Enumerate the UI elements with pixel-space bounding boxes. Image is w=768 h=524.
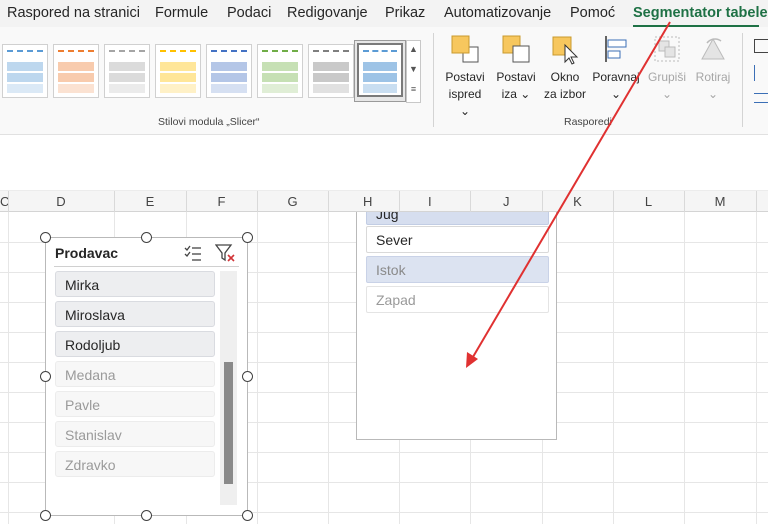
slicer-item[interactable]: Zapad [366,286,549,313]
slicer-scrollbar-thumb[interactable] [224,362,233,484]
slicer-title: Prodavac [55,245,119,261]
resize-handle[interactable] [40,371,51,382]
send-backward-icon [500,33,532,65]
rotate-label-2: ⌄ [707,87,719,101]
send-backward-button[interactable]: Postavi iza ⌄ [494,33,538,103]
slicer-item[interactable]: Zdravko [55,451,215,477]
tab-data[interactable]: Podaci [227,5,271,21]
resize-handle[interactable] [242,371,253,382]
group-icon [651,33,683,65]
tab-view[interactable]: Prikaz [385,5,425,21]
tab-formulas[interactable]: Formule [155,5,208,21]
slicer-style-swatch[interactable] [2,44,48,98]
slicer-style-swatch[interactable] [206,44,252,98]
height-icon[interactable] [754,65,768,81]
column-header-cover: H I J [356,191,557,212]
tab-help[interactable]: Pomoć [570,5,615,21]
multi-select-icon[interactable] [183,243,203,263]
rotate-icon [697,33,729,65]
group-separator [742,33,743,127]
gallery-scroll[interactable]: ▲ ▼ ≡ [406,40,421,103]
column-header-m[interactable]: M [684,194,756,209]
ribbon: ▲ ▼ ≡ Stilovi modula „Slicer“ Postavi is… [0,27,768,135]
slicer-style-swatch[interactable] [155,44,201,98]
resize-handle[interactable] [141,510,152,521]
resize-handle[interactable] [141,232,152,243]
tab-automate[interactable]: Automatizovanje [444,5,551,21]
slicer-styles-gallery [0,40,422,103]
slicer-style-swatch[interactable] [257,44,303,98]
group-label-styles: Stilovi modula „Slicer“ [158,116,260,128]
column-header-h-text: H [363,194,373,209]
send-backward-label-1: Postavi [496,70,536,84]
group-separator [433,33,434,127]
column-header-l[interactable]: L [613,194,684,209]
bring-forward-label-1: Postavi [445,70,485,84]
formula-area [0,135,768,191]
tab-review[interactable]: Redigovanje [287,5,368,21]
selection-pane-label-1: Okno [550,70,580,84]
slicer-item[interactable]: Miroslava [55,301,215,327]
resize-handle[interactable] [40,232,51,243]
slicer-region[interactable]: Jug Sever Istok Zapad [356,198,557,440]
resize-handle[interactable] [242,510,253,521]
slicer-style-swatch-selected[interactable] [357,43,403,97]
slicer-item[interactable]: Stanislav [55,421,215,447]
gallery-down-icon[interactable]: ▼ [407,64,420,74]
slicer-item[interactable]: Medana [55,361,215,387]
rotate-button[interactable]: Rotiraj ⌄ [692,33,734,103]
bring-forward-button[interactable]: Postavi ispred ⌄ [444,33,486,120]
align-icon [600,33,632,65]
selection-pane-button[interactable]: Okno za izbor [541,33,589,103]
align-label-1: Poravnaj [592,70,640,84]
group-button[interactable]: Grupiši ⌄ [645,33,689,103]
width-icon[interactable] [754,93,768,103]
gallery-more-icon[interactable]: ≡ [407,84,420,94]
tab-slicer[interactable]: Segmentator tabele [633,5,768,21]
resize-handle[interactable] [40,510,51,521]
slicer-header-divider [54,266,239,267]
gallery-up-icon[interactable]: ▲ [407,44,420,54]
group-label-1: Grupiši [647,70,686,84]
column-header-d[interactable]: D [8,194,114,209]
send-backward-label-2: iza ⌄ [501,87,531,101]
align-button[interactable]: Poravnaj ⌄ [591,33,641,103]
slicer-item[interactable]: Istok [366,256,549,283]
resize-handle[interactable] [242,232,253,243]
column-header-f[interactable]: F [186,194,257,209]
tab-page-layout[interactable]: Raspored na stranici [7,5,140,21]
group-label-arrange: Rasporedi [564,116,612,128]
columns-icon[interactable] [754,39,768,53]
column-header-e[interactable]: E [114,194,186,209]
bring-forward-icon [449,33,481,65]
bring-forward-label-2: ispred ⌄ [448,87,482,118]
column-header-g[interactable]: G [257,194,328,209]
selection-pane-icon [549,33,581,65]
group-label-2: ⌄ [661,87,673,101]
slicer-style-swatch[interactable] [308,44,354,98]
ribbon-tab-bar: Raspored na stranici Formule Podaci Redi… [0,0,768,28]
rotate-label-1: Rotiraj [695,70,731,84]
column-header-c[interactable]: C [0,194,9,209]
column-header-i-text: I [428,194,432,209]
column-header-j-text: J [503,194,510,209]
slicer-item[interactable]: Sever [366,226,549,253]
slicer-style-swatch[interactable] [104,44,150,98]
slicer-item[interactable]: Rodoljub [55,331,215,357]
slicer-style-swatch[interactable] [53,44,99,98]
clear-filter-icon[interactable] [214,243,237,263]
selection-pane-label-2: za izbor [543,87,587,101]
slicer-item[interactable]: Pavle [55,391,215,417]
slicer-item[interactable]: Mirka [55,271,215,297]
align-label-2: ⌄ [610,87,622,101]
slicer-prodavac[interactable]: Prodavac Mirka Miroslava Rodoljub Medana… [45,237,248,516]
